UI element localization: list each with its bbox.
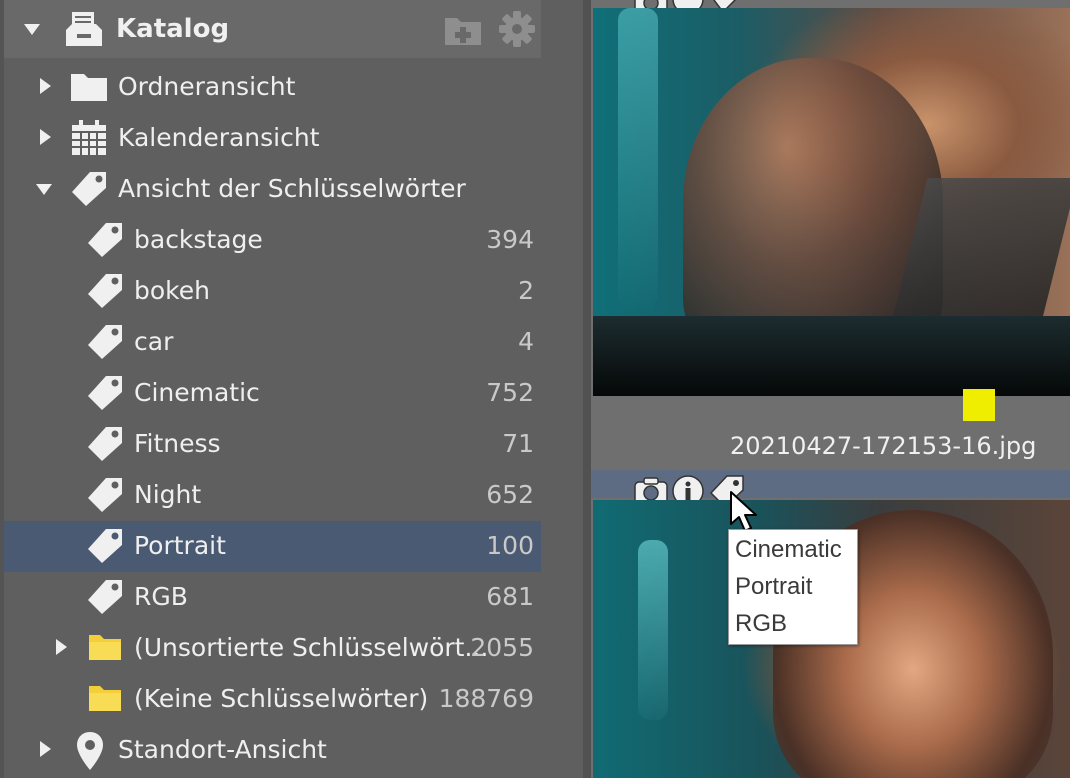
tag-icon [88,529,122,563]
photo-light-streak [618,8,658,308]
tooltip-line: Portrait [735,573,813,600]
keyword-count: 394 [486,225,534,254]
folder-icon [89,635,121,660]
tag-icon [88,580,122,614]
keyword-item[interactable]: Night 652 [4,470,541,521]
gear-icon[interactable] [498,10,536,48]
keyword-group-count: 2055 [470,633,534,662]
folder-icon [71,74,107,101]
tag-icon [88,274,122,308]
collapse-arrow-icon[interactable] [24,24,40,35]
keyword-count: 752 [486,378,534,407]
photo-foreground [593,316,1070,396]
map-pin-icon [77,732,103,770]
photo-thumbnail-1[interactable] [593,8,1070,396]
keyword-group-unsorted[interactable]: (Unsortierte Schlüsselwört... 2055 [4,623,541,674]
keyword-label: Portrait [134,531,226,560]
tree-item-keyword-view[interactable]: Ansicht der Schlüsselwörter [4,164,541,215]
expand-arrow-icon[interactable] [40,78,51,94]
expand-arrow-icon[interactable] [56,639,67,655]
tree-item-folder-view[interactable]: Ordneransicht [4,62,541,113]
tag-icon [88,223,122,257]
keyword-tooltip: Cinematic Portrait RGB [728,529,858,645]
tag-icon [72,172,106,206]
tree-item-label: Standort-Ansicht [118,735,327,764]
tree-item-label: Ansicht der Schlüsselwörter [118,174,466,203]
tooltip-line: RGB [735,610,788,637]
calendar-icon [72,120,106,155]
keyword-count: 71 [502,429,534,458]
mouse-cursor-icon [730,491,757,532]
keyword-count: 652 [486,480,534,509]
keyword-label: Night [134,480,202,509]
tag-icon [88,478,122,512]
folder-icon [89,686,121,711]
catalog-icon [66,12,102,46]
expand-arrow-icon[interactable] [40,741,51,757]
keyword-item[interactable]: RGB 681 [4,572,541,623]
keyword-group-label: (Unsortierte Schlüsselwört... [134,633,489,662]
keyword-item-selected[interactable]: Portrait 100 [4,521,541,572]
keyword-count: 2 [518,276,534,305]
keyword-label: Fitness [134,429,221,458]
catalog-header[interactable]: Katalog [4,0,541,58]
keyword-count: 100 [486,531,534,560]
new-folder-icon[interactable] [444,14,482,46]
tree-item-calendar-view[interactable]: Kalenderansicht [4,113,541,164]
keyword-item[interactable]: Cinematic 752 [4,368,541,419]
catalog-sidebar: Katalog Ordneransicht Kalenderansicht An… [0,0,583,778]
keyword-count: 4 [518,327,534,356]
keyword-item[interactable]: bokeh 2 [4,266,541,317]
keyword-label: Cinematic [134,378,260,407]
keyword-label: bokeh [134,276,210,305]
tooltip-line: Cinematic [735,536,842,563]
keyword-count: 681 [486,582,534,611]
tree-item-label: Ordneransicht [118,72,296,101]
keyword-item[interactable]: backstage 394 [4,215,541,266]
keyword-label: backstage [134,225,263,254]
tree-item-location-view[interactable]: Standort-Ansicht [4,725,541,776]
tag-icon [88,376,122,410]
keyword-group-none[interactable]: (Keine Schlüsselwörter) 188769 [4,674,541,725]
photo-light-streak [638,540,668,720]
keyword-group-count: 188769 [438,684,534,713]
tag-icon [88,325,122,359]
keyword-item[interactable]: car 4 [4,317,541,368]
color-label-yellow[interactable] [963,389,995,421]
keyword-item[interactable]: Fitness 71 [4,419,541,470]
keyword-label: car [134,327,174,356]
keyword-label: RGB [134,582,188,611]
tree-item-label: Kalenderansicht [118,123,320,152]
photo-filename: 20210427-172153-16.jpg [730,432,1037,460]
tag-icon [88,427,122,461]
keyword-group-label: (Keine Schlüsselwörter) [134,684,429,713]
expand-arrow-icon[interactable] [40,129,51,145]
panel-splitter[interactable] [583,0,591,778]
catalog-title: Katalog [116,14,230,44]
collapse-arrow-icon[interactable] [36,184,52,195]
